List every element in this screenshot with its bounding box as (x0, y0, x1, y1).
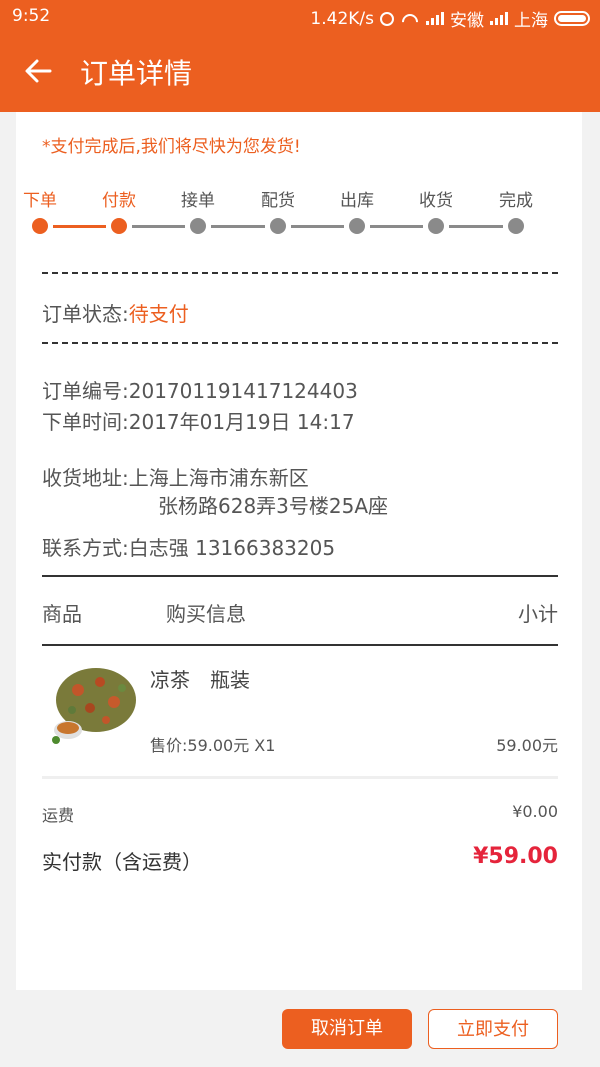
step-label: 下单 (23, 191, 57, 211)
step-label: 出库 (340, 191, 374, 211)
order-status-row: 订单状态:待支付 (42, 298, 189, 327)
product-thumbnail (52, 668, 136, 744)
divider (42, 776, 558, 779)
total-value: ¥59.00 (473, 844, 558, 869)
step-connector (132, 225, 185, 228)
step-dot (428, 218, 444, 234)
pay-now-button[interactable]: 立即支付 (428, 1009, 558, 1049)
order-number-label: 订单编号: (42, 379, 129, 403)
cancel-order-button[interactable]: 取消订单 (282, 1009, 412, 1049)
product-subtotal: 59.00元 (496, 736, 558, 755)
order-time-label: 下单时间: (42, 410, 129, 434)
alarm-icon (380, 11, 394, 26)
wifi-icon (400, 12, 420, 26)
address-line-2: 张杨路628弄3号楼25A座 (158, 494, 389, 518)
product-name: 凉茶 瓶装 (150, 668, 250, 692)
step-label: 完成 (499, 191, 533, 211)
step-label: 配货 (261, 191, 295, 211)
app-header: 9:52 1.42K/s 安徽 上海 订单详情 (0, 0, 600, 112)
battery-icon (554, 11, 590, 26)
col-subtotal: 小计 (518, 602, 558, 626)
address-label: 收货地址: (42, 466, 129, 490)
step-label: 收货 (419, 191, 453, 211)
step-dot (508, 218, 524, 234)
step-dot (111, 218, 127, 234)
address-line-1: 上海上海市浦东新区 (128, 466, 309, 490)
order-number-value: 20170119141712440​3 (128, 379, 358, 403)
status-bar: 9:52 1.42K/s 安徽 上海 (0, 0, 600, 34)
step-connector (370, 225, 423, 228)
divider (42, 644, 558, 646)
status-label: 订单状态: (42, 302, 129, 326)
step-connector (449, 225, 503, 228)
step-label: 付款 (102, 191, 136, 211)
status-time: 9:52 (12, 6, 51, 26)
shipping-label: 运费 (42, 806, 75, 825)
contact-row: 联系方式:白志强 13166383205 (42, 532, 335, 561)
step-connector (211, 225, 265, 228)
divider (42, 575, 558, 577)
col-goods: 商品 (42, 602, 82, 626)
step-dot (32, 218, 48, 234)
address-row: 收货地址:上海上海市浦东新区 (42, 462, 309, 491)
col-info: 购买信息 (166, 602, 246, 626)
order-progress: 下单 付款 接单 配货 出库 收货 完成 (23, 184, 560, 244)
order-time-value: 2017年01月19日 14:17 (128, 410, 355, 434)
order-time-row: 下单时间:2017年01月19日 14:17 (42, 406, 355, 435)
order-card: *支付完成后,我们将尽快为您发货! 下单 付款 接单 配货 出库 收货 完成 订… (16, 112, 582, 990)
status-indicators: 1.42K/s 安徽 上海 (310, 6, 590, 31)
divider (42, 272, 558, 274)
contact-value: 白志强 13166383205 (128, 536, 336, 560)
step-dot (349, 218, 365, 234)
network-speed: 1.42K/s (310, 8, 374, 29)
shipping-value: ¥0.00 (512, 802, 558, 821)
payment-notice: *支付完成后,我们将尽快为您发货! (42, 137, 301, 157)
product-price: 售价:59.00元 X1 (150, 736, 276, 755)
divider (42, 342, 558, 344)
carrier-2: 上海 (514, 11, 548, 31)
step-dot (190, 218, 206, 234)
carrier-1: 安徽 (450, 11, 484, 31)
arrow-left-icon[interactable] (22, 55, 54, 87)
order-number-row: 订单编号:20170119141712440​3 (42, 375, 358, 404)
page-title: 订单详情 (80, 57, 193, 90)
step-connector (53, 225, 106, 228)
step-connector (291, 225, 344, 228)
total-label: 实付款（含运费） (42, 850, 202, 874)
signal-icon (426, 12, 444, 25)
step-label: 接单 (181, 191, 215, 211)
signal-icon-2 (490, 12, 508, 25)
status-value: 待支付 (128, 302, 189, 326)
contact-label: 联系方式: (42, 536, 129, 560)
step-dot (270, 218, 286, 234)
